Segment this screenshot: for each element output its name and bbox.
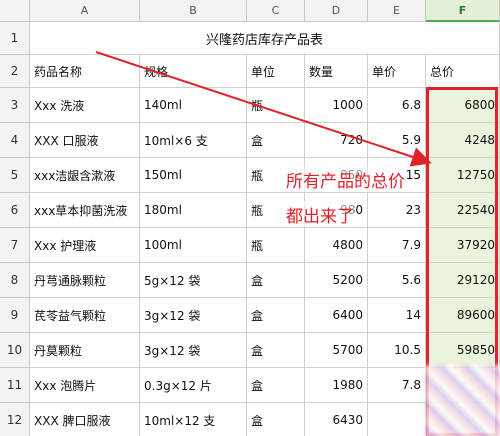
column-header-b[interactable]: B [140,0,247,22]
header-cell-spec[interactable]: 规格 [140,55,247,88]
cell-price[interactable]: 7.8 [368,368,426,403]
cell-name[interactable]: xxx洁龈含漱液 [30,158,140,193]
header-cell-qty[interactable]: 数量 [305,55,368,88]
row-header-11[interactable]: 11 [0,368,30,403]
cell-price[interactable]: 5.6 [368,263,426,298]
row-header-3[interactable]: 3 [0,88,30,123]
header-cell-unit[interactable]: 单位 [247,55,305,88]
cell-spec[interactable]: 0.3g×12 片 [140,368,247,403]
annotation-line-2: 都出来了 [286,202,354,227]
cell-price[interactable]: 10.5 [368,333,426,368]
column-header-a[interactable]: A [30,0,140,22]
header-cell-name[interactable]: 药品名称 [30,55,140,88]
cell-price[interactable]: 23 [368,193,426,228]
cell-spec[interactable]: 10ml×12 支 [140,403,247,436]
column-header-e[interactable]: E [368,0,426,22]
cell-price[interactable] [368,403,426,436]
cell-total[interactable]: 59850 [426,333,500,368]
row-header-2[interactable]: 2 [0,55,30,88]
cell-name[interactable]: 芪苓益气颗粒 [30,298,140,333]
cell-name[interactable]: XXX 口服液 [30,123,140,158]
cell-spec[interactable]: 3g×12 袋 [140,333,247,368]
row-header-6[interactable]: 6 [0,193,30,228]
cell-name[interactable]: 丹莫颗粒 [30,333,140,368]
cell-total[interactable]: 37920 [426,228,500,263]
blurred-scribble [425,365,500,436]
cell-spec[interactable]: 3g×12 袋 [140,298,247,333]
header-cell-total[interactable]: 总价 [426,55,500,88]
cell-spec[interactable]: 150ml [140,158,247,193]
cell-total[interactable]: 22540 [426,193,500,228]
cell-name[interactable]: xxx草本抑菌洗液 [30,193,140,228]
row-header-7[interactable]: 7 [0,228,30,263]
cell-unit[interactable]: 盒 [247,123,305,158]
cell-qty[interactable]: 1980 [305,368,368,403]
row-header-12[interactable]: 12 [0,403,30,436]
row-header-4[interactable]: 4 [0,123,30,158]
cell-name[interactable]: Xxx 护理液 [30,228,140,263]
cell-unit[interactable]: 盒 [247,333,305,368]
cell-unit[interactable]: 盒 [247,403,305,436]
cell-qty[interactable]: 5200 [305,263,368,298]
row-header-9[interactable]: 9 [0,298,30,333]
cell-spec[interactable]: 10ml×6 支 [140,123,247,158]
cell-price[interactable]: 5.9 [368,123,426,158]
cell-total[interactable]: 29120 [426,263,500,298]
cell-unit[interactable]: 盒 [247,368,305,403]
row-header-8[interactable]: 8 [0,263,30,298]
cell-total[interactable]: 6800 [426,88,500,123]
row-header-5[interactable]: 5 [0,158,30,193]
cell-unit[interactable]: 瓶 [247,88,305,123]
column-header-f[interactable]: F [426,0,500,22]
row-header-1[interactable]: 1 [0,22,30,55]
cell-total[interactable]: 4248 [426,123,500,158]
cell-qty[interactable]: 4800 [305,228,368,263]
column-header-c[interactable]: C [247,0,305,22]
cell-total[interactable]: 12750 [426,158,500,193]
cell-qty[interactable]: 6400 [305,298,368,333]
cell-price[interactable]: 6.8 [368,88,426,123]
cell-unit[interactable]: 瓶 [247,228,305,263]
cell-qty[interactable]: 6430 [305,403,368,436]
cell-unit[interactable]: 盒 [247,263,305,298]
column-header-d[interactable]: D [305,0,368,22]
cell-price[interactable]: 14 [368,298,426,333]
cell-price[interactable]: 7.9 [368,228,426,263]
row-header-10[interactable]: 10 [0,333,30,368]
cell-spec[interactable]: 140ml [140,88,247,123]
cell-name[interactable]: 丹芎通脉颗粒 [30,263,140,298]
cell-qty[interactable]: 5700 [305,333,368,368]
sheet-title-cell[interactable]: 兴隆药店库存产品表 [30,22,500,55]
cell-name[interactable]: Xxx 洗液 [30,88,140,123]
spreadsheet: A B C D E F 1 兴隆药店库存产品表 2 药品名称 规格 单位 数量 … [0,0,500,436]
cell-qty[interactable]: 720 [305,123,368,158]
cell-qty[interactable]: 1000 [305,88,368,123]
cell-spec[interactable]: 5g×12 袋 [140,263,247,298]
cell-total[interactable]: 89600 [426,298,500,333]
cell-name[interactable]: Xxx 泡腾片 [30,368,140,403]
annotation-line-1: 所有产品的总价 [286,167,405,192]
cell-unit[interactable]: 盒 [247,298,305,333]
cell-spec[interactable]: 100ml [140,228,247,263]
cell-spec[interactable]: 180ml [140,193,247,228]
header-cell-price[interactable]: 单价 [368,55,426,88]
cell-name[interactable]: XXX 脾口服液 [30,403,140,436]
select-all-corner[interactable] [0,0,30,22]
